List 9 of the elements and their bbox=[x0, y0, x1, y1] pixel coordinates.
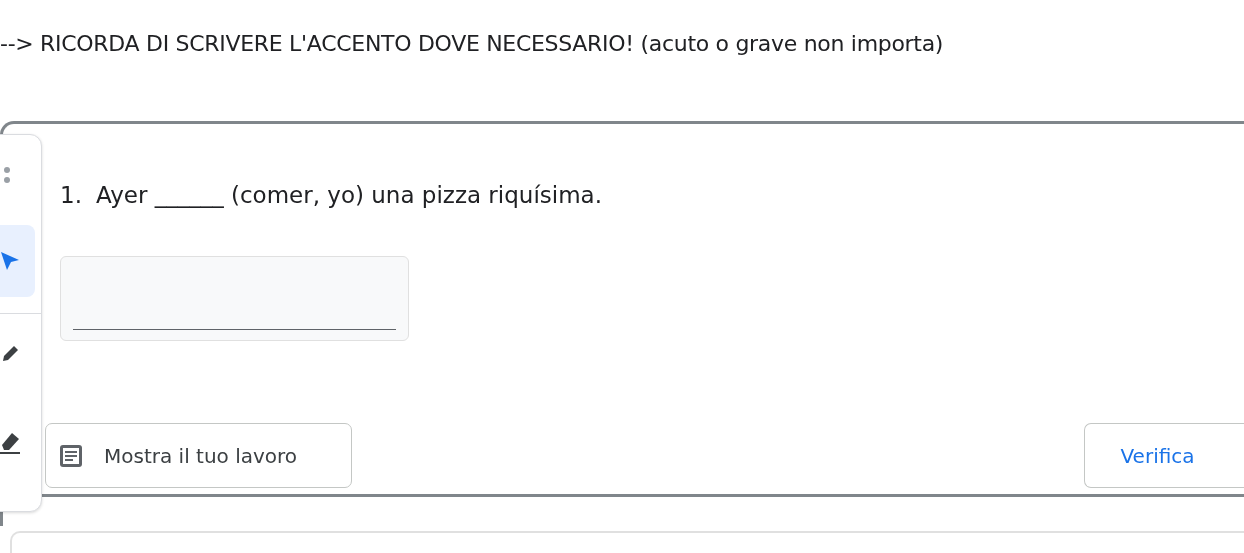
instruction-text: --> RICORDA DI SCRIVERE L'ACCENTO DOVE NECESSARIO! (acuto o grave non importa) bbox=[0, 0, 1244, 59]
drag-handle-icon[interactable] bbox=[3, 165, 11, 185]
question-number: 1. bbox=[60, 182, 82, 208]
answer-field[interactable] bbox=[60, 256, 409, 341]
show-work-button[interactable]: Mostra il tuo lavoro bbox=[45, 423, 352, 488]
cursor-icon bbox=[0, 250, 21, 272]
question-text: Ayer ______ (comer, yo) una pizza riquísima. bbox=[95, 182, 602, 208]
check-button[interactable]: Verifica bbox=[1084, 423, 1244, 488]
document-icon bbox=[58, 442, 84, 469]
